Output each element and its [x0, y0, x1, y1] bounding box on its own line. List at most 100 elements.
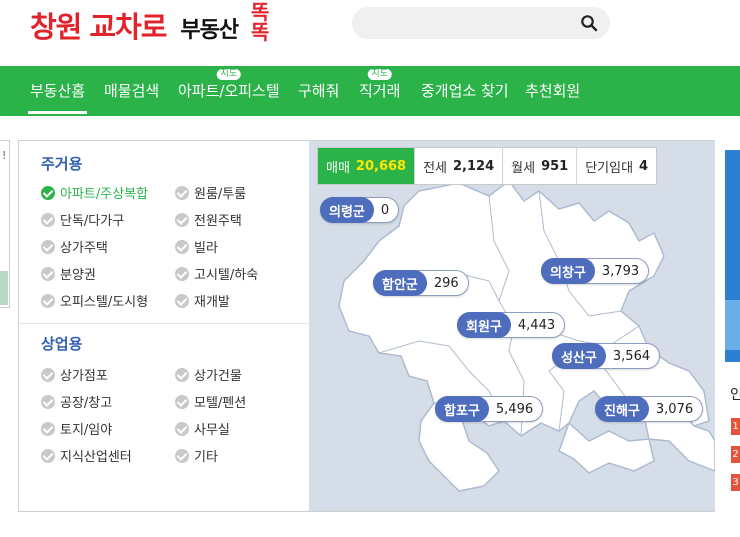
region-uichang[interactable]: 의창구 3,793 [541, 258, 650, 284]
region-count: 5,496 [495, 401, 534, 417]
rank-badge-1: 1 [731, 418, 740, 435]
region-seongsan[interactable]: 성산구 3,564 [552, 343, 661, 369]
logo-gyocharo: 교차로 [89, 10, 167, 44]
filter-label: 기타 [194, 450, 218, 465]
filter-label: 단독/다가구 [60, 214, 125, 229]
filter-label: 상가점포 [60, 369, 108, 384]
map-badge: 지도 [366, 68, 393, 81]
region-count: 0 [380, 202, 390, 218]
filter-redevelopment[interactable]: 재개발 [175, 291, 230, 310]
filter-shop-house[interactable]: 상가주택 [41, 237, 108, 256]
filter-presale[interactable]: 분양권 [41, 264, 96, 283]
region-uiryeong[interactable]: 의령군 0 [320, 197, 400, 223]
stat-label: 매매 [326, 160, 350, 176]
filter-label: 상가건물 [194, 369, 242, 384]
logo-ttokttok: 똑 똑 [248, 2, 272, 42]
right-side-title: 인 [730, 387, 740, 403]
nav-home[interactable]: 부동산홈 [27, 80, 88, 114]
check-icon [175, 293, 189, 308]
filter-commercial-building[interactable]: 상가건물 [175, 365, 242, 384]
region-count: 3,076 [655, 401, 694, 417]
region-name: 함안군 [373, 270, 427, 296]
stat-value: 20,668 [355, 158, 407, 174]
nav-listing-search[interactable]: 매물검색 [104, 80, 159, 101]
region-map[interactable]: 의령군 0 함안군 296 의창구 3,793 회원구 4,443 성산구 3,564 합… [309, 141, 715, 511]
stat-value: 951 [541, 158, 569, 174]
filter-knowledge-center[interactable]: 지식산업센터 [41, 446, 132, 465]
stat-label: 전세 [423, 160, 448, 176]
logo-changwon: 창원 [30, 10, 82, 44]
filter-label: 원룸/투룸 [194, 187, 247, 202]
site-logo[interactable]: 창원 교차로 부동산 똑 똑 [30, 2, 272, 58]
nav-find-for-me[interactable]: 구해줘 [298, 80, 339, 101]
stat-value: 4 [639, 158, 649, 174]
region-name: 회원구 [457, 312, 511, 338]
filter-officetel[interactable]: 오피스텔/도시형 [41, 291, 148, 310]
stat-label: 월세 [511, 160, 536, 176]
region-count: 4,443 [517, 317, 556, 333]
logo-ttok-1: 똑 [250, 0, 270, 24]
filter-villa[interactable]: 빌라 [175, 237, 218, 256]
check-icon [41, 185, 55, 200]
nav-listing-search-label: 매물검색 [104, 82, 160, 100]
check-icon [175, 266, 189, 281]
nav-direct-deal[interactable]: 지도 직거래 [359, 68, 401, 101]
region-jinhae[interactable]: 진해구 3,076 [595, 396, 704, 422]
region-hoewon[interactable]: 회원구 4,443 [457, 312, 566, 338]
nav-apartment-officetel[interactable]: 지도 아파트/오피스텔 [178, 68, 280, 101]
filter-label: 아파트/주상복합 [60, 187, 149, 202]
nav-home-label: 부동산홈 [30, 82, 86, 100]
left-side-mark: ! [2, 149, 7, 162]
filter-label: 빌라 [194, 241, 218, 256]
region-name: 합포구 [435, 396, 489, 422]
check-icon [41, 212, 55, 227]
search-icon[interactable] [580, 14, 598, 32]
nav-find-agency-label: 중개업소 찾기 [421, 82, 509, 100]
stat-value: 2,124 [453, 158, 495, 174]
nav-recommended-members[interactable]: 추천회원 [525, 80, 580, 101]
filter-apartment[interactable]: 아파트/주상복합 [41, 183, 148, 202]
filter-label: 분양권 [60, 268, 96, 283]
check-icon [175, 212, 189, 227]
filter-detached[interactable]: 단독/다가구 [41, 210, 124, 229]
right-side-banner[interactable] [725, 150, 740, 362]
filter-label: 오피스텔/도시형 [60, 295, 149, 310]
search-input[interactable] [366, 13, 566, 33]
check-icon [41, 367, 55, 382]
filter-store[interactable]: 상가점포 [41, 365, 108, 384]
region-name: 의령군 [320, 197, 374, 223]
stat-short-term[interactable]: 단기임대 4 [577, 148, 656, 184]
filter-oneroom[interactable]: 원룸/투룸 [175, 183, 246, 202]
nav-direct-deal-label: 직거래 [359, 82, 401, 100]
check-icon [41, 239, 55, 254]
nav-find-agency[interactable]: 중개업소 찾기 [421, 80, 509, 101]
page: 창원 교차로 부동산 똑 똑 부동산홈 매물검색 지도 아파트/오피스텔 구해줘… [0, 0, 740, 537]
filter-land[interactable]: 토지/임야 [41, 419, 112, 438]
filter-label: 상가주택 [60, 241, 108, 256]
filter-label: 전원주택 [194, 214, 242, 229]
filter-label: 지식산업센터 [60, 450, 132, 465]
filter-label: 재개발 [194, 295, 230, 310]
stat-monthly[interactable]: 월세 951 [503, 148, 578, 184]
filter-etc[interactable]: 기타 [175, 446, 218, 465]
main-nav: 부동산홈 매물검색 지도 아파트/오피스텔 구해줘 지도 직거래 중개업소 찾기… [0, 66, 740, 116]
filter-factory[interactable]: 공장/창고 [41, 392, 112, 411]
filter-gositel[interactable]: 고시텔/하숙 [175, 264, 258, 283]
check-icon [175, 421, 189, 436]
region-haman[interactable]: 함안군 296 [373, 270, 469, 296]
filter-motel[interactable]: 모텔/펜션 [175, 392, 246, 411]
left-side-image [0, 271, 8, 305]
filter-office[interactable]: 사무실 [175, 419, 230, 438]
logo-budongsan: 부동산 [180, 18, 239, 43]
search-bar [352, 7, 610, 39]
stat-jeonse[interactable]: 전세 2,124 [415, 148, 504, 184]
check-icon [175, 239, 189, 254]
filter-label: 공장/창고 [60, 396, 113, 411]
check-icon [41, 394, 55, 409]
left-side-banner[interactable]: ! [0, 140, 10, 308]
filter-country-house[interactable]: 전원주택 [175, 210, 242, 229]
check-icon [41, 421, 55, 436]
region-name: 진해구 [595, 396, 649, 422]
region-happo[interactable]: 합포구 5,496 [435, 396, 544, 422]
stat-sale[interactable]: 매매 20,668 [318, 148, 416, 184]
